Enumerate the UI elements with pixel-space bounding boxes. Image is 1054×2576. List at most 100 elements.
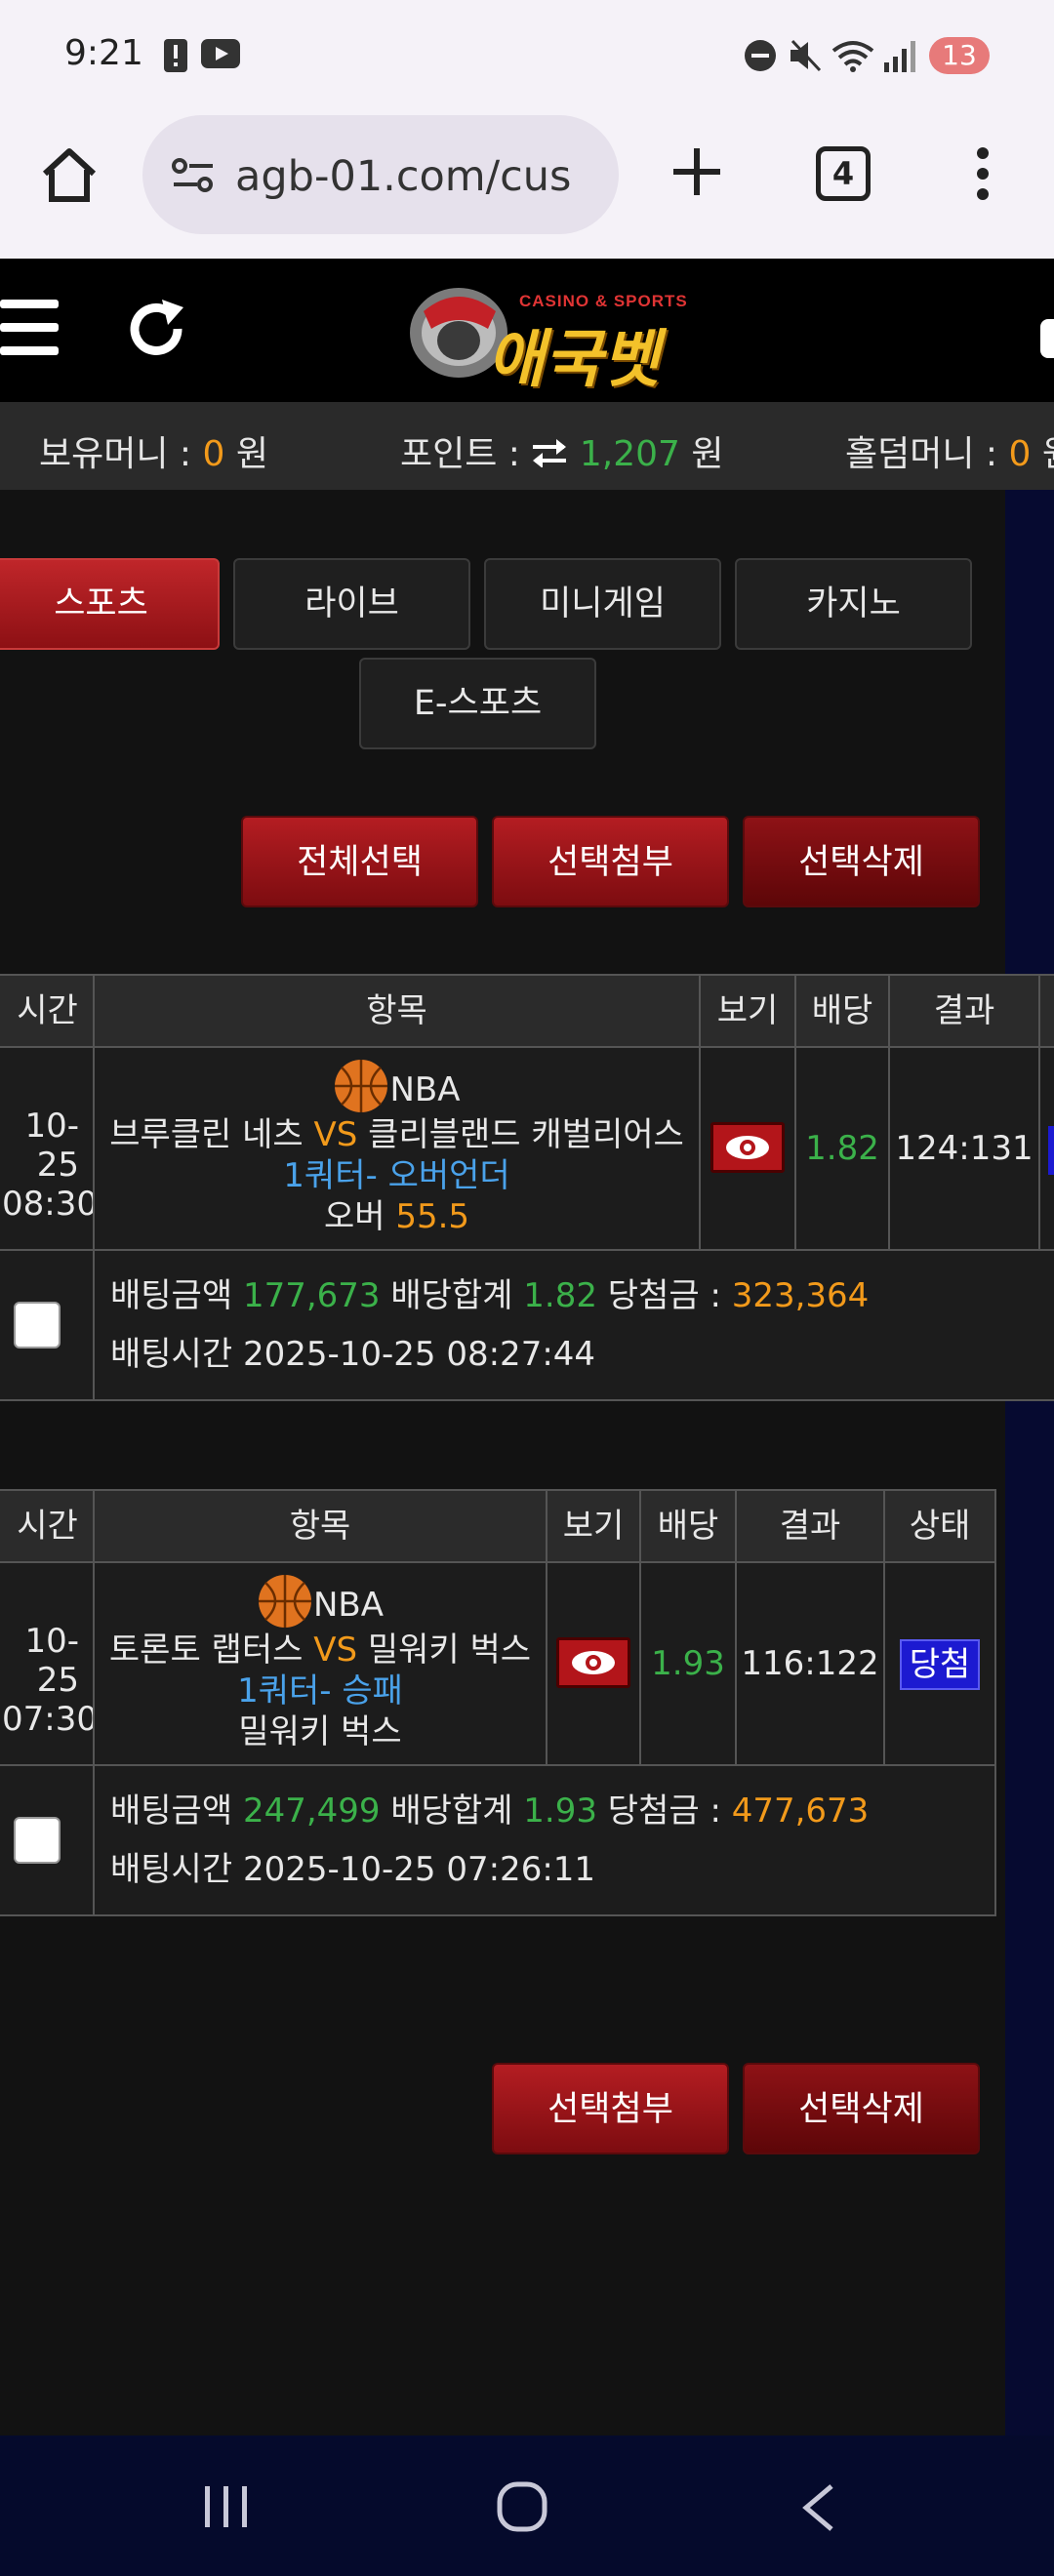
holdem-unit: 원 — [1031, 434, 1054, 474]
odds-total-label: 배당합계 — [380, 1791, 524, 1831]
holdem-money: 홀덤머니 : 0 원 — [845, 425, 1054, 476]
match-date: 10-25 — [24, 1622, 79, 1700]
home-team: 브루클린 네츠 — [109, 1115, 304, 1154]
header-result: 결과 — [888, 974, 1040, 1048]
delete-selected-button[interactable]: 선택삭제 — [743, 816, 980, 907]
odds-value: 1.82 — [794, 1046, 890, 1251]
home-icon[interactable] — [39, 146, 100, 209]
select-cell — [0, 1249, 95, 1401]
bet-time: 2025-10-25 07:26:11 — [242, 1850, 596, 1889]
youtube-icon — [201, 39, 240, 72]
tab-count-button[interactable]: 4 — [816, 146, 871, 201]
bet-summary: 배팅금액 177,673 배당합계 1.82 당첨금 : 323,364 배팅시… — [93, 1249, 1054, 1401]
back-nav-icon[interactable] — [798, 2482, 837, 2537]
tab-esports[interactable]: E-스포츠 — [359, 658, 596, 749]
bet-amount-label: 배팅금액 — [110, 1276, 243, 1315]
league-name: NBA — [312, 1586, 385, 1625]
match-time: 10-25 08:30 — [0, 1046, 98, 1251]
vs-label: VS — [313, 1115, 358, 1154]
alert-icon — [164, 39, 187, 76]
header-item: 항목 — [93, 974, 701, 1048]
header-odds: 배당 — [794, 974, 890, 1048]
bet-amount: 177,673 — [242, 1276, 381, 1315]
delete-selected-button-bottom[interactable]: 선택삭제 — [743, 2063, 980, 2154]
point-value: 1,207 — [579, 434, 680, 474]
bet-time-label: 배팅시간 — [110, 1335, 243, 1374]
user-icon[interactable] — [1040, 319, 1054, 358]
view-cell — [546, 1561, 641, 1766]
win-label: 당첨금 : — [597, 1276, 732, 1315]
url-bar[interactable]: agb-01.com/cus — [142, 115, 619, 234]
market-name: 1쿼터- 오버언더 — [283, 1156, 510, 1195]
tab-live[interactable]: 라이브 — [233, 558, 470, 650]
attach-selected-button[interactable]: 선택첨부 — [492, 816, 729, 907]
win-label: 당첨금 : — [597, 1791, 732, 1831]
refresh-icon[interactable] — [125, 298, 187, 364]
bet-checkbox[interactable] — [14, 1302, 61, 1348]
home-team: 토론토 랩터스 — [108, 1630, 304, 1670]
eye-icon[interactable] — [556, 1637, 630, 1688]
basketball-icon — [333, 1060, 389, 1112]
view-cell — [699, 1046, 796, 1251]
status-badge: 당첨 — [899, 1639, 981, 1690]
signal-icon — [882, 39, 915, 76]
odds-total: 1.82 — [523, 1276, 597, 1315]
point-label: 포인트 : — [400, 434, 532, 474]
tab-minigame[interactable]: 미니게임 — [484, 558, 721, 650]
system-nav-bar — [0, 2435, 1054, 2576]
more-menu-icon[interactable] — [974, 146, 992, 205]
new-tab-icon[interactable] — [671, 146, 722, 201]
win-amount: 323,364 — [731, 1276, 870, 1315]
match-time: 10-25 07:30 — [0, 1561, 98, 1766]
url-text: agb-01.com/cus — [235, 152, 572, 201]
holding-unit: 원 — [224, 434, 268, 474]
money-bar: 보유머니 : 0 원 포인트 : 1,207 원 홀덤머니 : 0 원 — [0, 402, 1054, 490]
dnd-icon — [744, 39, 777, 76]
tab-sports[interactable]: 스포츠 — [0, 558, 220, 650]
bet-amount: 247,499 — [242, 1791, 381, 1831]
win-amount: 477,673 — [731, 1791, 870, 1831]
attach-selected-button-bottom[interactable]: 선택첨부 — [492, 2063, 729, 2154]
pick-value: 55.5 — [395, 1197, 470, 1236]
odds-value: 1.93 — [639, 1561, 737, 1766]
bet-amount-label: 배팅금액 — [110, 1791, 243, 1831]
header-result: 결과 — [735, 1489, 885, 1563]
odds-total: 1.93 — [523, 1791, 597, 1831]
recent-apps-icon[interactable] — [201, 2484, 252, 2533]
league-name: NBA — [389, 1070, 461, 1109]
status-time: 9:21 — [64, 33, 143, 73]
basketball-icon — [257, 1575, 313, 1628]
header-item: 항목 — [93, 1489, 547, 1563]
status-cell — [1038, 1046, 1054, 1251]
exchange-icon[interactable] — [531, 434, 568, 474]
logo-title: 애국벳 — [487, 324, 660, 396]
match-hour: 07:30 — [2, 1700, 98, 1739]
bet-time: 2025-10-25 08:27:44 — [242, 1335, 596, 1374]
header-view: 보기 — [546, 1489, 641, 1563]
home-nav-icon[interactable] — [496, 2480, 548, 2537]
eye-icon[interactable] — [710, 1122, 785, 1173]
away-team: 밀워키 벅스 — [367, 1630, 532, 1670]
match-detail: NBA 브루클린 네츠 VS 클리블랜드 캐벌리어스 1쿼터- 오버언더 오버 … — [93, 1046, 701, 1251]
match-hour: 08:30 — [2, 1185, 98, 1224]
tab-casino[interactable]: 카지노 — [735, 558, 972, 650]
site-logo[interactable]: CASINO & SPORTS 애국벳 — [404, 272, 697, 396]
side-strip — [1005, 490, 1054, 2435]
header-time: 시간 — [0, 974, 95, 1048]
bet-summary: 배팅금액 247,499 배당합계 1.93 당첨금 : 477,673 배팅시… — [93, 1764, 996, 1916]
status-bar: 9:21 13 — [0, 0, 1054, 107]
logo-subtitle: CASINO & SPORTS — [519, 292, 688, 310]
browser-toolbar: agb-01.com/cus 4 — [0, 107, 1054, 259]
hamburger-menu-icon[interactable] — [0, 298, 61, 362]
holding-money: 보유머니 : 0 원 — [39, 425, 268, 476]
match-detail: NBA 토론토 랩터스 VS 밀워키 벅스 1쿼터- 승패 밀워키 벅스 — [93, 1561, 547, 1766]
site-settings-icon[interactable] — [172, 158, 215, 197]
holdem-label: 홀덤머니 : — [845, 434, 1009, 474]
pick-label: 밀워키 벅스 — [238, 1712, 402, 1751]
away-team: 클리블랜드 캐벌리어스 — [368, 1115, 684, 1154]
header-status — [1038, 974, 1054, 1048]
bet-time-label: 배팅시간 — [110, 1850, 243, 1889]
select-all-button[interactable]: 전체선택 — [241, 816, 478, 907]
bet-checkbox[interactable] — [14, 1817, 61, 1864]
odds-total-label: 배당합계 — [380, 1276, 524, 1315]
